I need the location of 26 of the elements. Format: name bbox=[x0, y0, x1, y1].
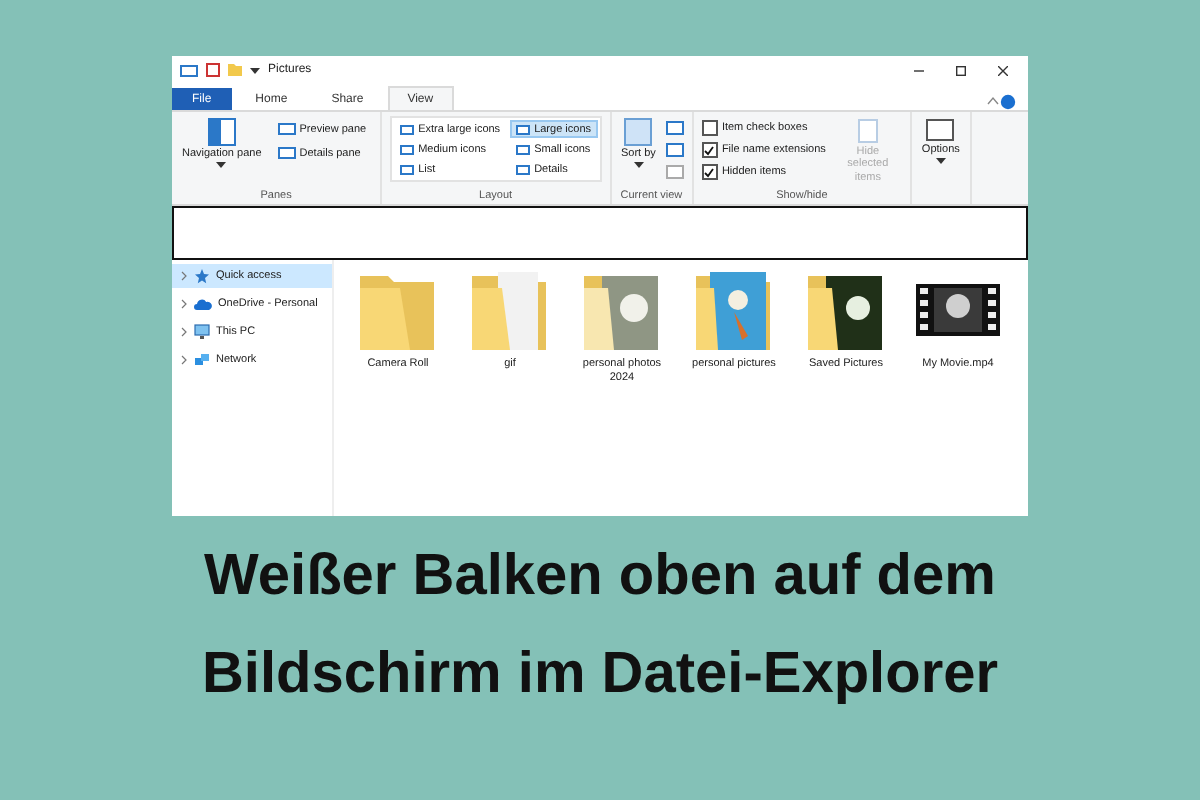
options-icon bbox=[926, 118, 955, 142]
help-icon bbox=[1000, 94, 1016, 110]
caret-icon bbox=[633, 162, 644, 169]
cloud-icon bbox=[194, 296, 212, 312]
folder-icon bbox=[228, 62, 242, 78]
check-mark-icon bbox=[704, 145, 715, 155]
chevron-icon bbox=[180, 270, 188, 282]
caption-text: Bildschirm im Datei-Explorer bbox=[201, 642, 999, 708]
caret-icon bbox=[935, 158, 946, 165]
monitor-icon bbox=[194, 324, 210, 340]
caret-icon bbox=[250, 67, 260, 73]
pane-icon bbox=[207, 118, 236, 146]
caret-icon bbox=[216, 162, 227, 169]
chevron-icon bbox=[180, 298, 188, 310]
chevron-icon bbox=[180, 354, 188, 366]
caption-text: Weißer Balken oben auf dem bbox=[204, 544, 996, 610]
window-icon bbox=[180, 63, 198, 77]
check-mark-icon bbox=[704, 167, 715, 177]
close-icon bbox=[998, 65, 1008, 75]
document-icon bbox=[857, 118, 878, 144]
maximize-icon bbox=[956, 65, 966, 75]
minimize-icon bbox=[914, 69, 924, 71]
network-icon bbox=[194, 352, 210, 368]
grid-icon bbox=[624, 118, 653, 146]
chevron-icon bbox=[180, 326, 188, 338]
caret-up-icon bbox=[986, 94, 1000, 110]
